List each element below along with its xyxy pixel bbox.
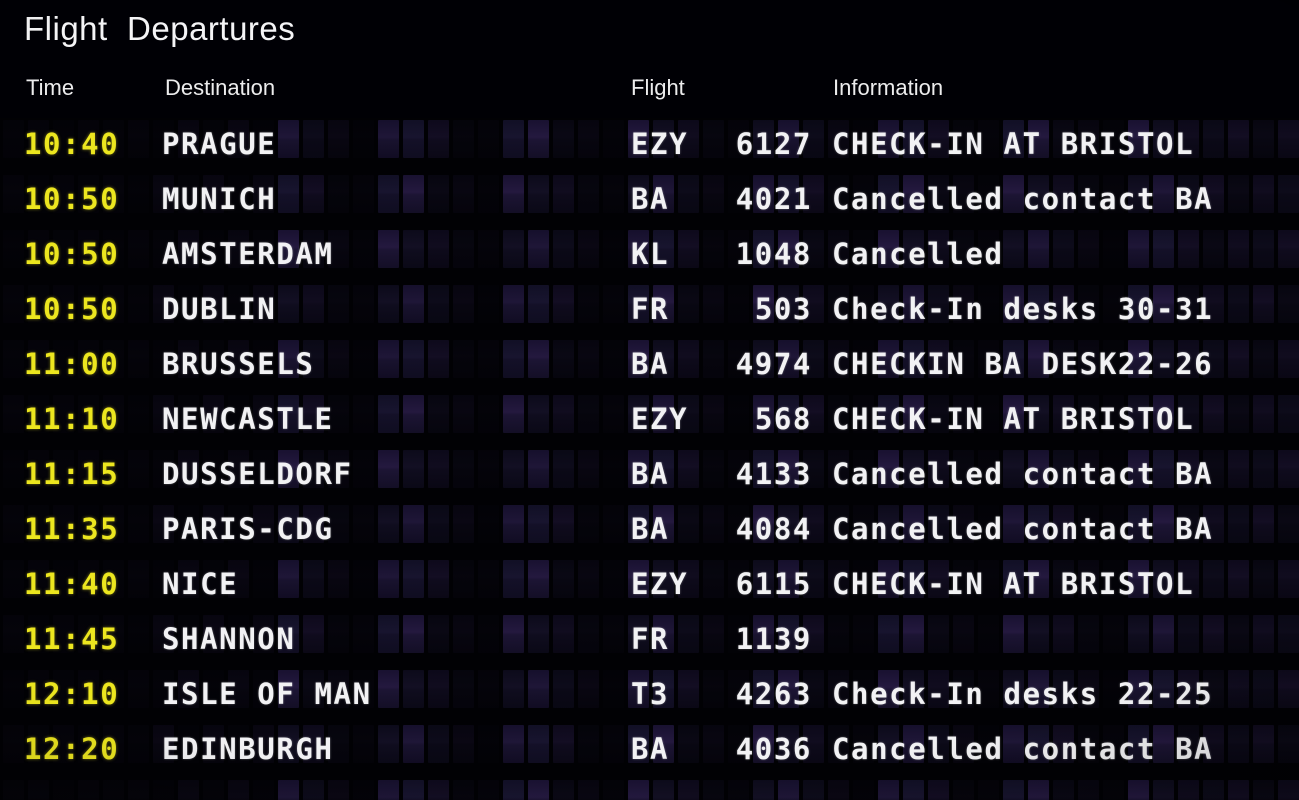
destination: PRAGUE — [162, 127, 277, 161]
departure-time: 10:50 — [24, 182, 120, 216]
flight-number: 4084 — [735, 512, 812, 546]
flight-number: 4021 — [735, 182, 812, 216]
destination: PARIS-CDG — [162, 512, 334, 546]
flight-status-information: CHECK-IN AT BRISTOL — [832, 567, 1195, 601]
destination: AMSTERDAM — [162, 237, 334, 271]
flight-status-information: Cancelled contact BA — [832, 732, 1214, 766]
table-row[interactable]: 10:40 PRAGUE EZY 6127 CHECK-IN AT BRISTOL — [0, 122, 1299, 166]
flight-status-information: CHECK-IN AT BRISTOL — [832, 402, 1195, 436]
table-row[interactable]: 10:50 AMSTERDAM KL 1048 Cancelled — [0, 232, 1299, 276]
flight-status-information: CHECK-IN AT BRISTOL — [832, 127, 1195, 161]
flight-number: 4263 — [735, 677, 812, 711]
table-row[interactable]: 10:50 DUBLIN FR 503 Check-In desks 30-31 — [0, 287, 1299, 331]
destination: DUBLIN — [162, 292, 277, 326]
flight-number: 4133 — [735, 457, 812, 491]
departure-time: 10:50 — [24, 237, 120, 271]
destination: EDINBURGH — [162, 732, 334, 766]
departure-time: 11:40 — [24, 567, 120, 601]
flight-status-information: Cancelled contact BA — [832, 457, 1214, 491]
flight-status-information: Cancelled contact BA — [832, 182, 1214, 216]
flight-number: 6127 — [735, 127, 812, 161]
table-row[interactable]: 11:45 SHANNON FR 1139 — [0, 617, 1299, 661]
flight-number: 503 — [754, 292, 812, 326]
flight-status-information: Cancelled contact BA — [832, 512, 1214, 546]
flight-status-information: Check-In desks 22-25 — [832, 677, 1214, 711]
table-row[interactable]: 12:20 EDINBURGH BA 4036 Cancelled contact BA — [0, 727, 1299, 771]
destination: NEWCASTLE — [162, 402, 334, 436]
board-foreground: Flight Departures Time Destination Fligh… — [0, 0, 1299, 800]
destination: ISLE OF MAN — [162, 677, 372, 711]
departure-time: 11:10 — [24, 402, 120, 436]
destination: NICE — [162, 567, 239, 601]
departure-time: 12:20 — [24, 732, 120, 766]
table-row[interactable]: 12:10 ISLE OF MAN T3 4263 Check-In desks 22-… — [0, 672, 1299, 716]
table-row[interactable]: 11:15 DUSSELDORF BA 4133 Cancelled contact B… — [0, 452, 1299, 496]
departure-time: 10:50 — [24, 292, 120, 326]
column-header-flight: Flight — [631, 75, 685, 100]
flight-number: 4974 — [735, 347, 812, 381]
destination: MUNICH — [162, 182, 277, 216]
departure-board: Flight Departures Time Destination Fligh… — [0, 0, 1299, 800]
flight-status-information: CHECKIN BA DESK22-26 — [832, 347, 1214, 381]
flight-number: 1139 — [735, 622, 812, 656]
table-row[interactable]: 11:00 BRUSSELS BA 4974 CHECKIN BA DESK22-26 — [0, 342, 1299, 386]
flight-status-information: Cancelled — [832, 237, 1004, 271]
column-header-information: Information — [833, 75, 944, 100]
page-title: Flight Departures — [24, 10, 296, 47]
column-header-destination: Destination — [165, 75, 276, 100]
destination: BRUSSELS — [162, 347, 315, 381]
departure-time: 11:45 — [24, 622, 120, 656]
table-row[interactable]: 11:35 PARIS-CDG BA 4084 Cancelled contact BA — [0, 507, 1299, 551]
departure-time: 11:15 — [24, 457, 120, 491]
destination: SHANNON — [162, 622, 296, 656]
column-header-time: Time — [26, 75, 75, 100]
flight-number: 6115 — [735, 567, 812, 601]
flight-number: 1048 — [735, 237, 812, 271]
destination: DUSSELDORF — [162, 457, 353, 491]
flight-status-information: Check-In desks 30-31 — [832, 292, 1214, 326]
table-row[interactable]: 11:40 NICE EZY 6115 CHECK-IN AT BRISTOL — [0, 562, 1299, 606]
flight-number: 4036 — [735, 732, 812, 766]
departure-time: 12:10 — [24, 677, 120, 711]
departure-time: 11:00 — [24, 347, 120, 381]
table-row[interactable]: 11:10 NEWCASTLE EZY 568 CHECK-IN AT BRISTOL — [0, 397, 1299, 441]
table-row[interactable]: 10:50 MUNICH BA 4021 Cancelled contact BA — [0, 177, 1299, 221]
flight-number: 568 — [754, 402, 812, 436]
departure-time: 10:40 — [24, 127, 120, 161]
departure-time: 11:35 — [24, 512, 120, 546]
